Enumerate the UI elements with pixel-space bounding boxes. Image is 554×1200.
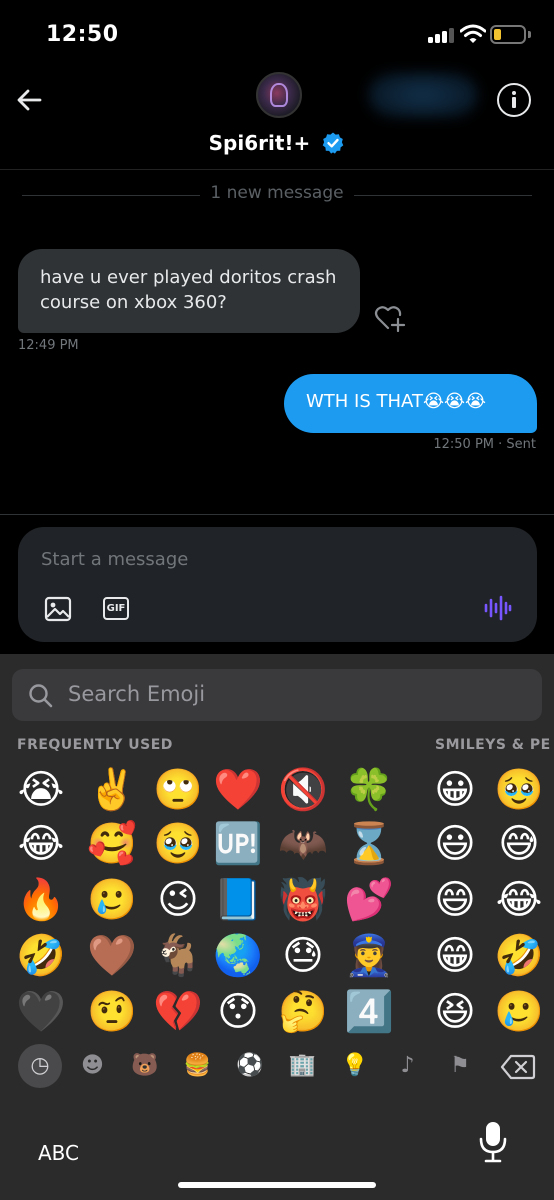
avatar-image xyxy=(270,83,288,107)
home-indicator[interactable] xyxy=(178,1182,376,1188)
emoji-key[interactable]: 🥹 xyxy=(150,816,206,872)
emoji-key[interactable]: 🤣 xyxy=(13,928,69,984)
outgoing-message-bubble[interactable]: WTH IS THAT😭😭😭 xyxy=(284,374,537,433)
add-reaction-icon[interactable] xyxy=(374,304,406,332)
emoji-key[interactable]: 😃 xyxy=(427,816,483,872)
battery-nub xyxy=(528,31,531,38)
emoji-key[interactable]: 😂 xyxy=(491,872,547,928)
emoji-key[interactable]: 🥲 xyxy=(84,872,140,928)
microphone-icon[interactable] xyxy=(478,1120,508,1164)
travel-icon[interactable]: 🏢 xyxy=(281,1044,325,1088)
new-message-label: 1 new message xyxy=(210,183,344,203)
emoji-key[interactable]: 👮‍♀️ xyxy=(341,928,397,984)
recent-icon[interactable]: ◷ xyxy=(18,1044,62,1088)
emoji-key[interactable]: 🐐 xyxy=(150,928,206,984)
emoji-key[interactable]: 🥲 xyxy=(491,984,547,1040)
activity-icon[interactable]: ⚽ xyxy=(228,1044,272,1088)
back-arrow-icon[interactable] xyxy=(14,84,46,116)
cellular-signal-icon xyxy=(428,27,454,43)
conversation-header: Spi6rit!+ xyxy=(0,64,554,170)
emoji-key[interactable]: 🔇 xyxy=(275,762,331,818)
emoji-key[interactable]: 😓 xyxy=(275,928,331,984)
outgoing-message-text: WTH IS THAT😭😭😭 xyxy=(306,391,487,412)
emoji-key[interactable]: 🥰 xyxy=(84,816,140,872)
composer-separator xyxy=(0,514,554,515)
emoji-key[interactable]: 🤣 xyxy=(491,928,547,984)
abc-key[interactable]: ABC xyxy=(38,1141,79,1165)
emoji-key[interactable]: 😭 xyxy=(13,762,69,818)
emoji-key[interactable]: 🙄 xyxy=(150,762,206,818)
emoji-key[interactable]: 🆙 xyxy=(210,816,266,872)
emoji-key[interactable]: ⌛ xyxy=(341,816,397,872)
section-smileys-people: SMILEYS & PE xyxy=(435,737,551,753)
emoji-key[interactable]: 4️⃣ xyxy=(341,984,397,1040)
section-frequently-used: FREQUENTLY USED xyxy=(17,737,173,753)
emoji-key[interactable]: 😄 xyxy=(427,872,483,928)
emoji-grid: 😭 ✌️ 🙄 ❤️ 🔇 🍀 😂 🥰 🥹 🆙 🦇 ⌛ 🔥 🥲 😉 📘 👹 💕 🤣 🤎 🐐 🌏 😓 👮‍♀️ 🖤 🤨 💔 😯 🤔 4️⃣ 😀 🥹 😃… xyxy=(0,762,554,1042)
voice-message-icon[interactable] xyxy=(484,595,512,621)
food-icon[interactable]: 🍔 xyxy=(176,1044,220,1088)
status-time: 12:50 xyxy=(46,22,119,47)
emoji-key[interactable]: 🌏 xyxy=(210,928,266,984)
gif-icon[interactable]: GIF xyxy=(103,597,129,620)
emoji-key[interactable]: 🥹 xyxy=(491,762,547,818)
incoming-timestamp: 12:49 PM xyxy=(18,338,79,353)
emoji-key[interactable]: 😁 xyxy=(427,928,483,984)
symbols-icon[interactable]: ♪ xyxy=(386,1044,430,1088)
username: Spi6rit!+ xyxy=(208,131,311,155)
emoji-key[interactable]: 😯 xyxy=(210,984,266,1040)
emoji-key[interactable]: 😆 xyxy=(427,984,483,1040)
objects-icon[interactable]: 💡 xyxy=(333,1044,377,1088)
battery-level xyxy=(494,29,501,40)
search-icon xyxy=(29,684,53,708)
status-bar: 12:50 xyxy=(0,0,554,64)
emoji-key[interactable]: 😂 xyxy=(13,816,69,872)
smileys-icon[interactable]: ☻ xyxy=(71,1044,115,1088)
emoji-key[interactable]: 😅 xyxy=(491,816,547,872)
message-composer: Start a message GIF xyxy=(18,527,537,642)
battery-icon xyxy=(490,25,526,44)
emoji-key[interactable]: ❤️ xyxy=(210,762,266,818)
emoji-key[interactable]: ✌️ xyxy=(84,762,140,818)
emoji-search-field[interactable]: Search Emoji xyxy=(12,669,542,721)
emoji-key[interactable]: 💕 xyxy=(341,872,397,928)
info-icon[interactable] xyxy=(497,83,531,117)
wifi-icon xyxy=(460,24,486,43)
flags-icon[interactable]: ⚑ xyxy=(438,1044,482,1088)
emoji-key[interactable]: 📘 xyxy=(210,872,266,928)
blurred-region xyxy=(368,72,478,118)
emoji-keyboard: Search Emoji FREQUENTLY USED SMILEYS & P… xyxy=(0,654,554,1200)
emoji-key[interactable]: 🤎 xyxy=(84,928,140,984)
emoji-key[interactable]: 🤨 xyxy=(84,984,140,1040)
image-icon[interactable] xyxy=(44,596,72,622)
emoji-key[interactable]: 🖤 xyxy=(13,984,69,1040)
avatar[interactable] xyxy=(256,72,302,118)
message-input[interactable]: Start a message xyxy=(41,549,188,570)
emoji-key[interactable]: 🍀 xyxy=(341,762,397,818)
emoji-key[interactable]: 🔥 xyxy=(13,872,69,928)
outgoing-timestamp: 12:50 PM · Sent xyxy=(433,437,536,452)
new-message-divider: 1 new message xyxy=(22,183,532,207)
username-row[interactable]: Spi6rit!+ xyxy=(0,131,554,155)
emoji-key[interactable]: 🤔 xyxy=(275,984,331,1040)
emoji-key[interactable]: 🦇 xyxy=(275,816,331,872)
emoji-key[interactable]: 😉 xyxy=(150,872,206,928)
verified-badge-icon xyxy=(323,132,344,154)
animals-icon[interactable]: 🐻 xyxy=(123,1044,167,1088)
emoji-key[interactable]: 😀 xyxy=(427,762,483,818)
delete-icon[interactable] xyxy=(500,1054,536,1080)
emoji-search-placeholder: Search Emoji xyxy=(68,682,206,706)
emoji-key[interactable]: 💔 xyxy=(150,984,206,1040)
incoming-message-text: have u ever played doritos crash course … xyxy=(40,267,337,313)
incoming-message-bubble[interactable]: have u ever played doritos crash course … xyxy=(18,249,360,333)
emoji-category-bar: ◷ ☻ 🐻 🍔 ⚽ 🏢 💡 ♪ ⚑ xyxy=(0,1042,554,1092)
emoji-key[interactable]: 👹 xyxy=(275,872,331,928)
